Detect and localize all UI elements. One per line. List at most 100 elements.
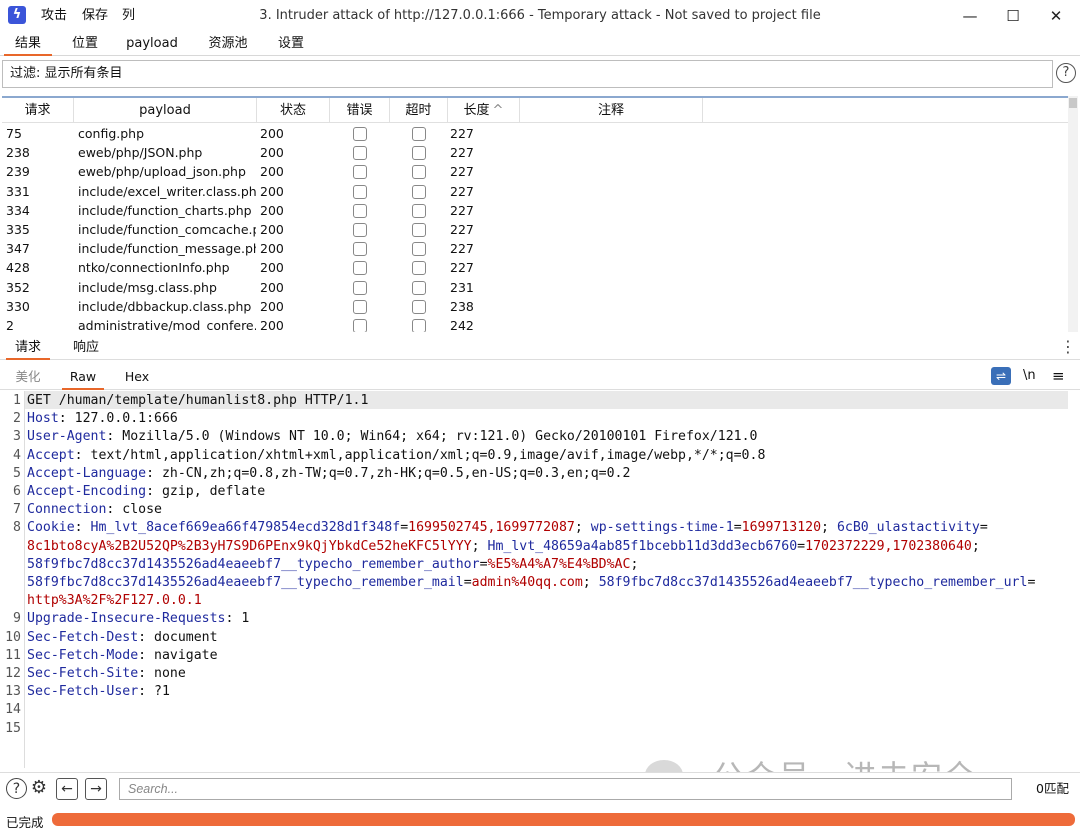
cell-request: 428: [6, 260, 30, 276]
code-line[interactable]: 8c1bto8cyA%2B2U52QP%2B3yH7S9D6PEnx9kQjYb…: [27, 538, 980, 556]
code-text: : gzip, deflate: [146, 484, 266, 499]
cell-payload: eweb/php/upload_json.php: [78, 164, 246, 180]
gear-icon[interactable]: ⚙: [28, 778, 50, 800]
table-row[interactable]: 238 eweb/php/JSON.php 200 227: [2, 143, 1068, 162]
table-row[interactable]: 331 include/excel_writer.class.php 200 227: [2, 182, 1068, 201]
table-row[interactable]: 2 administrative/mod_confere... 200 242: [2, 316, 1068, 332]
code-line[interactable]: http%3A%2F%2F127.0.0.1: [27, 592, 202, 610]
code-text: ;: [471, 538, 488, 554]
timeout-checkbox: [412, 299, 426, 314]
table-row[interactable]: 75 config.php 200 227: [2, 124, 1068, 143]
close-icon[interactable]: ✕: [1034, 0, 1078, 32]
table-row[interactable]: 239 eweb/php/upload_json.php 200 227: [2, 162, 1068, 181]
col-payload[interactable]: payload: [74, 98, 257, 123]
error-checkbox: [353, 165, 367, 180]
tab-results[interactable]: 结果: [4, 32, 52, 56]
table-scrollbar-thumb[interactable]: [1069, 98, 1077, 108]
code-line[interactable]: Sec-Fetch-User: ?1: [27, 683, 170, 701]
code-line[interactable]: Cookie: Hm_lvt_8acef669ea66f479854ecd328…: [27, 519, 988, 537]
search-input[interactable]: Search...: [119, 778, 1012, 800]
maximize-icon[interactable]: ☐: [991, 0, 1035, 32]
code-line[interactable]: Sec-Fetch-Dest: document: [27, 629, 218, 647]
cell-request: 330: [6, 298, 30, 314]
cell-payload: include/dbbackup.class.php: [78, 298, 252, 314]
code-line[interactable]: Accept-Encoding: gzip, deflate: [27, 483, 265, 501]
table-row[interactable]: 334 include/function_charts.php 200 227: [2, 201, 1068, 220]
cell-status: 200: [260, 183, 284, 199]
col-comment[interactable]: 注释: [520, 98, 703, 123]
table-row[interactable]: 347 include/function_message.ph... 200 227: [2, 239, 1068, 258]
tab-resource-pool[interactable]: 资源池: [198, 32, 258, 56]
sort-asc-icon: ^: [492, 103, 504, 118]
editor-menu-icon[interactable]: ≡: [1052, 366, 1065, 386]
code-line[interactable]: Sec-Fetch-Site: none: [27, 665, 186, 683]
minimize-icon[interactable]: —: [948, 0, 992, 32]
code-text: =: [479, 556, 488, 572]
tab-pretty[interactable]: 美化: [6, 366, 50, 390]
detail-tab-bar: 请求 响应: [0, 336, 1080, 360]
header-key: Sec-Fetch-Site: [27, 666, 139, 681]
tab-request[interactable]: 请求: [6, 336, 50, 360]
line-number: 12: [5, 666, 21, 681]
code-line[interactable]: Connection: close: [27, 501, 162, 519]
cell-payload: administrative/mod_confere...: [78, 318, 256, 332]
code-line[interactable]: 58f9fbc7d8cc37d1435526ad4eaeebf7__typech…: [27, 556, 638, 574]
code-line[interactable]: 58f9fbc7d8cc37d1435526ad4eaeebf7__typech…: [27, 574, 1035, 592]
code-line[interactable]: Host: 127.0.0.1:666: [27, 410, 178, 428]
cell-payload: include/excel_writer.class.php: [78, 183, 256, 199]
code-line[interactable]: Accept-Language: zh-CN,zh;q=0.8,zh-TW;q=…: [27, 465, 630, 483]
code-line[interactable]: User-Agent: Mozilla/5.0 (Windows NT 10.0…: [27, 428, 757, 446]
code-text: :: [74, 520, 91, 536]
line-number: 3: [13, 429, 21, 445]
table-row[interactable]: 428 ntko/connectionInfo.php 200 227: [2, 258, 1068, 277]
timeout-checkbox: [412, 261, 426, 276]
line-number: 5: [13, 465, 21, 481]
col-request[interactable]: 请求: [2, 98, 74, 123]
error-checkbox: [353, 146, 367, 161]
timeout-checkbox: [412, 203, 426, 218]
wrap-lines-icon[interactable]: ⇌: [991, 367, 1011, 385]
cell-request: 331: [6, 183, 30, 199]
code-line[interactable]: Sec-Fetch-Mode: navigate: [27, 647, 218, 665]
timeout-checkbox: [412, 127, 426, 141]
request-editor[interactable]: 1 GET /human/template/humanlist8.php HTTP…: [0, 391, 1080, 768]
filter-bar[interactable]: 过滤: 显示所有条目: [2, 60, 1053, 88]
menu-attack[interactable]: 攻击: [41, 0, 67, 32]
menu-columns[interactable]: 列: [122, 0, 135, 32]
code-text: =: [733, 520, 742, 536]
menu-save[interactable]: 保存: [82, 0, 108, 32]
col-status[interactable]: 状态: [257, 98, 330, 123]
editor-gutter: [24, 391, 25, 768]
code-line[interactable]: GET /human/template/humanlist8.php HTTP/…: [27, 392, 368, 410]
newline-toggle-icon[interactable]: \n: [1023, 366, 1036, 386]
col-error[interactable]: 错误: [330, 98, 390, 123]
help-icon[interactable]: ?: [1056, 63, 1076, 83]
code-line[interactable]: Accept: text/html,application/xhtml+xml,…: [27, 447, 765, 465]
tab-raw[interactable]: Raw: [62, 366, 104, 390]
tab-positions[interactable]: 位置: [62, 32, 108, 56]
header-key: 58f9fbc7d8cc37d1435526ad4eaeebf7__typech…: [27, 556, 480, 572]
cell-status: 200: [260, 222, 284, 237]
cell-request: 75: [6, 126, 22, 141]
table-row[interactable]: 330 include/dbbackup.class.php 200 238: [2, 297, 1068, 316]
help-icon[interactable]: ?: [6, 778, 27, 799]
tab-settings[interactable]: 设置: [268, 32, 314, 56]
code-text: : navigate: [138, 647, 218, 663]
timeout-checkbox: [412, 165, 426, 180]
cookie-value: admin%40qq.com: [471, 575, 583, 590]
previous-match-icon[interactable]: ←: [56, 778, 78, 800]
table-row[interactable]: 335 include/function_comcache.p... 200 227: [2, 220, 1068, 239]
more-options-icon[interactable]: ⋮: [1060, 338, 1076, 356]
tab-payload[interactable]: payload: [120, 32, 184, 56]
header-key: 58f9fbc7d8cc37d1435526ad4eaeebf7__typech…: [598, 575, 1028, 590]
code-line[interactable]: Upgrade-Insecure-Requests: 1: [27, 610, 249, 628]
col-length[interactable]: 长度 ^: [448, 98, 520, 123]
next-match-icon[interactable]: →: [85, 778, 107, 800]
code-text: : 127.0.0.1:666: [58, 411, 178, 427]
table-row[interactable]: 352 include/msg.class.php 200 231: [2, 278, 1068, 297]
col-timeout[interactable]: 超时: [390, 98, 448, 123]
table-scrollbar[interactable]: [1068, 96, 1078, 332]
tab-hex[interactable]: Hex: [116, 366, 158, 390]
tab-response[interactable]: 响应: [64, 336, 108, 360]
line-number: 13: [5, 684, 21, 700]
